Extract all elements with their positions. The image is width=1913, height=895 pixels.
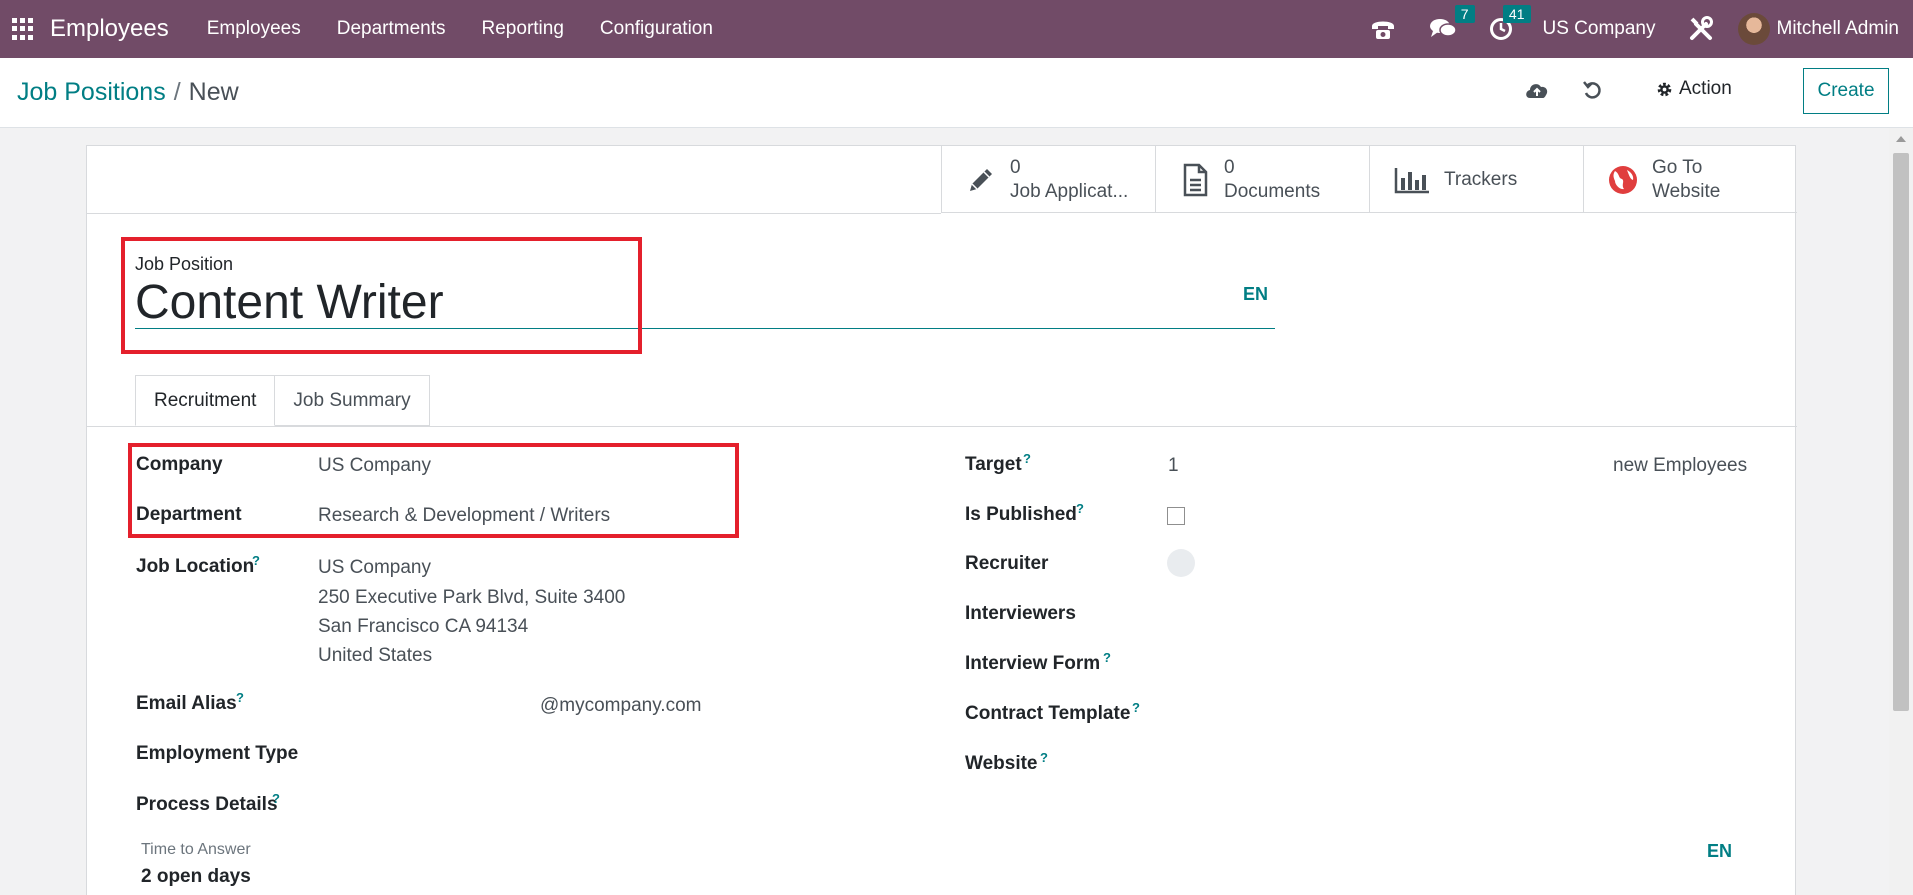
time-to-answer-label: Time to Answer [141,841,251,858]
activities-badge: 41 [1502,5,1531,23]
scroll-up-arrow-icon[interactable] [1896,136,1906,142]
activities-clock-icon[interactable]: 41 [1489,5,1531,41]
trackers-label: Trackers [1444,168,1518,190]
highlight-company-department [128,443,739,538]
breadcrumb-job-positions[interactable]: Job Positions [17,78,166,106]
recruiter-avatar[interactable] [1167,549,1195,577]
action-menu-button[interactable]: Action [1656,78,1732,100]
pencil-icon [970,168,992,191]
target-suffix: new Employees [1613,455,1748,476]
interview-form-label: Interview Form [965,653,1101,674]
is-published-label: Is Published [965,504,1077,525]
breadcrumb-current: New [188,78,239,106]
form-tabs: Recruitment Job Summary [135,375,430,426]
process-details-help-icon[interactable]: ? [272,791,280,806]
top-navbar: Employees Employees Departments Reportin… [0,0,1913,58]
create-button[interactable]: Create [1803,68,1889,114]
documents-count: 0 [1224,156,1235,178]
bar-chart-icon [1394,167,1429,193]
menu-configuration[interactable]: Configuration [600,18,713,40]
recruiter-label: Recruiter [965,553,1049,574]
messages-badge: 7 [1454,5,1475,23]
job-location-line-1[interactable]: US Company [318,557,431,579]
job-location-line-4: United States [318,645,433,666]
divider [87,213,941,214]
time-to-answer-value[interactable]: 2 open days [141,866,251,888]
website-label: Website [1652,180,1721,202]
is-published-help-icon[interactable]: ? [1076,501,1084,516]
job-location-line-3: San Francisco CA 94134 [318,616,529,637]
gear-icon [1657,82,1672,96]
menu-employees[interactable]: Employees [207,18,301,40]
process-language-toggle[interactable]: EN [1707,841,1732,862]
email-alias-domain: @mycompany.com [540,695,702,716]
tools-icon[interactable] [1688,16,1714,42]
messages-icon[interactable]: 7 [1429,5,1475,41]
apps-menu-icon[interactable] [12,18,34,40]
document-icon [1183,163,1208,196]
language-toggle[interactable]: EN [1243,284,1268,305]
job-applications-label: Job Applicat... [1010,180,1129,202]
app-title[interactable]: Employees [50,15,169,43]
is-published-checkbox[interactable] [1167,507,1185,525]
interview-form-help-icon[interactable]: ? [1103,650,1111,665]
website-help-icon[interactable]: ? [1040,750,1048,765]
menu-reporting[interactable]: Reporting [482,18,564,40]
trackers-button[interactable]: Trackers [1369,146,1583,213]
user-avatar[interactable] [1737,13,1770,45]
job-location-help-icon[interactable]: ? [252,553,260,568]
save-cloud-icon[interactable] [1524,80,1550,107]
highlight-job-position [121,237,642,354]
job-applications-count: 0 [1010,156,1021,178]
navbar-systray: 7 41 US Company Mitchell Admin [1353,0,1913,58]
contract-template-help-icon[interactable]: ? [1132,700,1140,715]
tabs-divider [87,426,1797,427]
scroll-thumb[interactable] [1893,153,1909,711]
tab-recruitment[interactable]: Recruitment [135,375,276,426]
breadcrumb-separator: / [173,78,181,106]
target-input[interactable]: 1 [1168,455,1179,477]
breadcrumb: Job Positions / New [17,78,239,107]
website-label: Website [965,753,1038,774]
phone-icon[interactable] [1369,17,1397,41]
job-applications-button[interactable]: 0 Job Applicat... [941,146,1155,213]
go-to-label: Go To [1652,156,1703,178]
documents-button[interactable]: 0 Documents [1155,146,1369,213]
discard-undo-icon[interactable] [1582,80,1604,107]
target-help-icon[interactable]: ? [1023,451,1031,466]
email-alias-label: Email Alias [136,693,237,714]
interviewers-label: Interviewers [965,603,1076,624]
action-label: Action [1679,78,1732,99]
contract-template-label: Contract Template [965,703,1131,724]
smart-button-box: 0 Job Applicat... 0 Documents Trackers Go … [941,146,1797,213]
menu-departments[interactable]: Departments [337,18,446,40]
job-location-line-2: 250 Executive Park Blvd, Suite 3400 [318,587,626,608]
job-location-label: Job Location [136,556,255,577]
go-to-website-button[interactable]: Go To Website [1583,146,1797,213]
employment-type-label: Employment Type [136,743,299,764]
process-details-label: Process Details [136,794,278,815]
documents-label: Documents [1224,180,1321,202]
target-label: Target [965,454,1022,475]
globe-icon [1609,165,1637,194]
page-scrollbar[interactable] [1889,128,1913,895]
control-panel: Job Positions / New Action Create [0,58,1913,128]
user-menu[interactable]: Mitchell Admin [1777,18,1900,40]
company-switcher[interactable]: US Company [1543,18,1656,40]
email-alias-help-icon[interactable]: ? [236,690,244,705]
tab-job-summary[interactable]: Job Summary [275,375,430,426]
